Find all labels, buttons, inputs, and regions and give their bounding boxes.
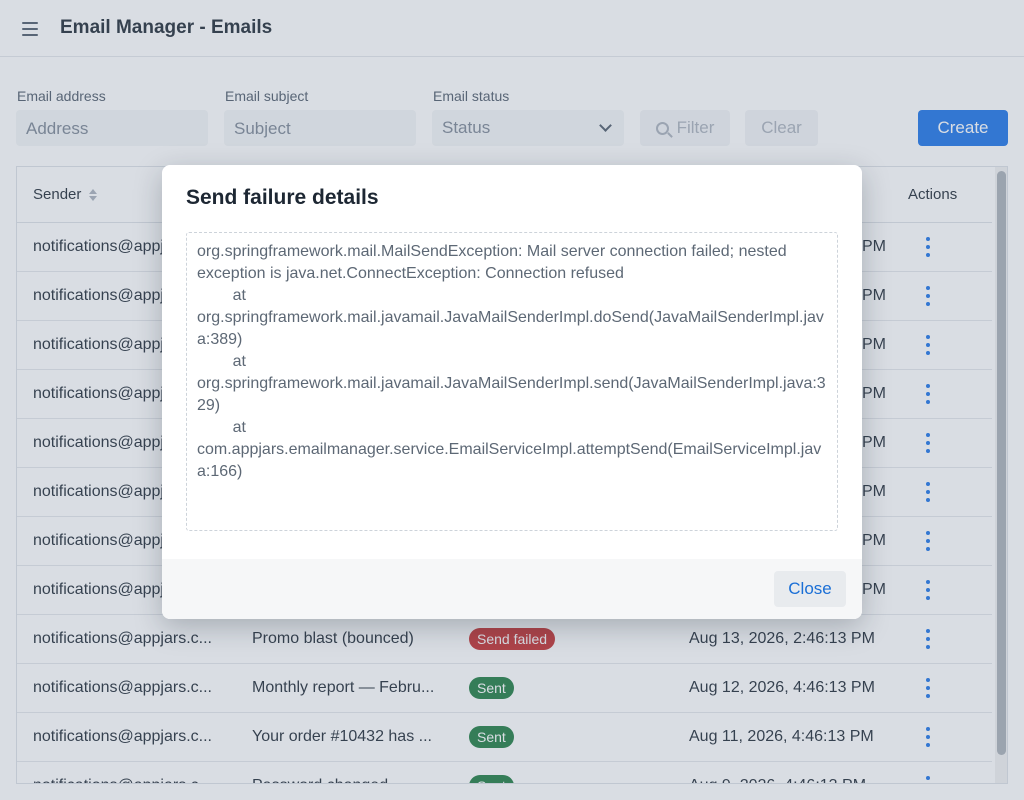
dialog-footer: Close — [162, 559, 862, 619]
error-stack-trace: org.springframework.mail.MailSendExcepti… — [186, 232, 838, 531]
send-failure-dialog: Send failure details org.springframework… — [162, 165, 862, 619]
close-button[interactable]: Close — [774, 571, 846, 607]
dialog-title: Send failure details — [186, 186, 379, 209]
